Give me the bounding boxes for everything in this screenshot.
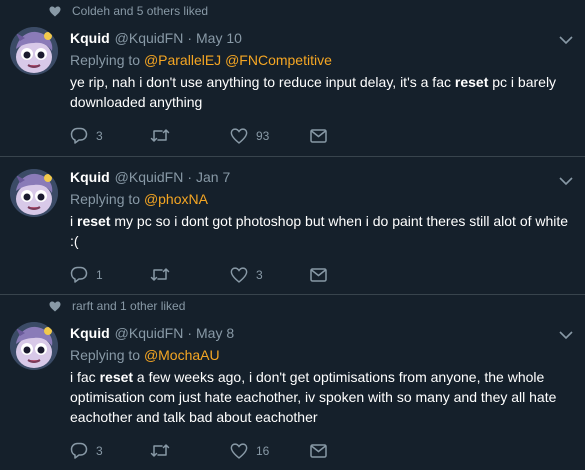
user-handle[interactable]: @KquidFN (115, 168, 184, 186)
tweet-text-part: i fac (70, 369, 100, 385)
avatar[interactable] (10, 322, 58, 370)
tweet-text-part: ye rip, nah i don't use anything to redu… (70, 74, 455, 90)
tweet-body: Kquid @KquidFN · May 10 Replying to @Par… (70, 22, 585, 144)
heart-icon (230, 442, 248, 459)
tweet-header: Kquid @KquidFN · Jan 7 (70, 168, 573, 186)
mention-link[interactable]: @FNCompetitive (225, 52, 332, 68)
tweet-text: i fac reset a few weeks ago, i don't get… (70, 367, 573, 427)
display-name[interactable]: Kquid (70, 29, 110, 47)
search-highlight: reset (77, 213, 111, 229)
display-name[interactable]: Kquid (70, 168, 110, 186)
mention-link[interactable]: @ParallelEJ (144, 52, 221, 68)
envelope-icon (310, 267, 327, 282)
reply-button[interactable]: 3 (70, 127, 150, 144)
tweet-date[interactable]: Jan 7 (196, 168, 230, 186)
replying-to-label: Replying to (70, 52, 141, 68)
social-context: rarft and 1 other liked (0, 295, 585, 317)
reply-count: 3 (96, 443, 103, 458)
retweet-button[interactable] (150, 267, 230, 282)
tweet-text: ye rip, nah i don't use anything to redu… (70, 72, 573, 112)
display-name[interactable]: Kquid (70, 324, 110, 342)
user-handle[interactable]: @KquidFN (115, 29, 184, 47)
liked-by-text: Coldeh and 5 others liked (72, 4, 209, 18)
tweet[interactable]: Kquid @KquidFN · Jan 7 Replying to @phox… (0, 157, 585, 295)
tweet-text-part: i (70, 213, 77, 229)
reply-button[interactable]: 3 (70, 442, 150, 459)
reply-count: 3 (96, 128, 103, 143)
tweet-date[interactable]: May 10 (196, 29, 242, 47)
social-context: Coldeh and 5 others liked (0, 0, 585, 22)
replying-to: Replying to @phoxNA (70, 189, 573, 209)
liked-by-text: rarft and 1 other liked (72, 299, 186, 313)
envelope-icon (310, 443, 327, 458)
retweet-button[interactable] (150, 443, 230, 458)
search-highlight: reset (99, 369, 134, 385)
tweet-header: Kquid @KquidFN · May 10 (70, 29, 573, 47)
chevron-down-icon[interactable] (559, 32, 573, 45)
replying-to: Replying to @ParallelEJ @FNCompetitive (70, 50, 573, 70)
dm-button[interactable] (310, 128, 390, 143)
replying-to-label: Replying to (70, 191, 141, 207)
reply-icon (70, 266, 88, 283)
mention-link[interactable]: @MochaAU (144, 347, 220, 363)
tweet-date[interactable]: May 8 (196, 324, 234, 342)
chevron-down-icon[interactable] (559, 327, 573, 340)
retweet-button[interactable] (150, 128, 230, 143)
heart-icon (48, 5, 62, 17)
like-button[interactable]: 93 (230, 127, 310, 144)
reply-button[interactable]: 1 (70, 266, 150, 283)
retweet-icon (150, 267, 170, 282)
reply-icon (70, 127, 88, 144)
tweet-actions: 1 3 (70, 266, 573, 283)
dm-button[interactable] (310, 267, 390, 282)
tweet-actions: 3 16 (70, 442, 573, 459)
user-handle[interactable]: @KquidFN (115, 324, 184, 342)
chevron-down-icon[interactable] (559, 173, 573, 186)
like-button[interactable]: 3 (230, 266, 310, 283)
heart-icon (230, 127, 248, 144)
tweet-header: Kquid @KquidFN · May 8 (70, 324, 573, 342)
tweet-body: Kquid @KquidFN · May 8 Replying to @Moch… (70, 317, 585, 459)
tweet-actions: 3 93 (70, 127, 573, 144)
retweet-icon (150, 128, 170, 143)
tweet-text-part: my pc so i dont got photoshop but when i… (70, 213, 569, 249)
replying-to-label: Replying to (70, 347, 141, 363)
tweet[interactable]: Coldeh and 5 others liked Kquid @KquidFN… (0, 0, 585, 157)
mention-link[interactable]: @phoxNA (144, 191, 208, 207)
avatar[interactable] (10, 169, 58, 217)
reply-icon (70, 442, 88, 459)
avatar[interactable] (10, 27, 58, 75)
separator-dot: · (187, 30, 193, 46)
tweet[interactable]: rarft and 1 other liked Kquid @KquidFN ·… (0, 295, 585, 470)
replying-to: Replying to @MochaAU (70, 345, 573, 365)
heart-icon (48, 300, 62, 312)
timeline-feed: Coldeh and 5 others liked Kquid @KquidFN… (0, 0, 585, 470)
tweet-text: i reset my pc so i dont got photoshop bu… (70, 211, 573, 251)
tweet-text-part: a few weeks ago, i don't get optimisatio… (70, 369, 557, 425)
search-highlight: reset (454, 74, 489, 90)
envelope-icon (310, 128, 327, 143)
retweet-icon (150, 443, 170, 458)
dm-button[interactable] (310, 443, 390, 458)
reply-count: 1 (96, 267, 103, 282)
like-count: 3 (256, 267, 263, 282)
like-button[interactable]: 16 (230, 442, 310, 459)
like-count: 93 (256, 128, 270, 143)
tweet-body: Kquid @KquidFN · Jan 7 Replying to @phox… (70, 157, 585, 283)
separator-dot: · (187, 169, 193, 185)
separator-dot: · (187, 325, 193, 341)
like-count: 16 (256, 443, 270, 458)
heart-icon (230, 266, 248, 283)
